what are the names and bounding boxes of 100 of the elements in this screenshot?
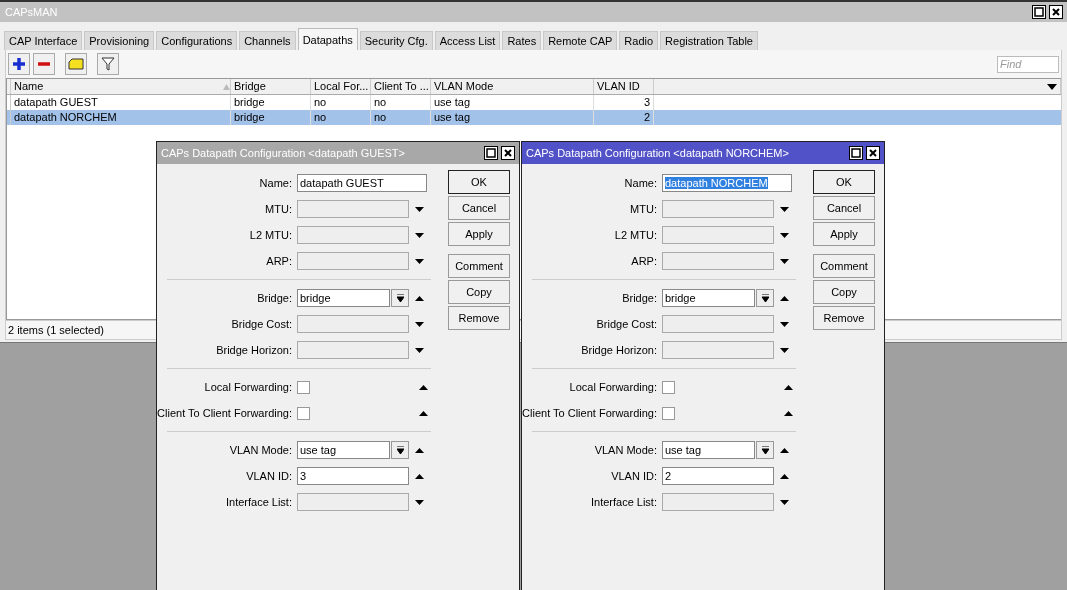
maximize-icon[interactable] [484,146,498,160]
collapse-arrow-icon[interactable] [415,295,424,301]
tab[interactable]: Channels [239,31,296,50]
table-row[interactable]: datapath NORCHEM bridge no no use tag 2 [7,110,1061,125]
dropdown-button[interactable] [391,289,409,307]
collapse-arrow-icon[interactable] [419,410,428,416]
input-field[interactable] [297,226,409,244]
checkbox[interactable] [662,380,675,394]
tab[interactable]: Registration Table [660,31,758,50]
collapse-arrow-icon[interactable] [780,295,789,301]
input-field[interactable] [662,341,774,359]
checkbox[interactable] [297,406,310,420]
input-field[interactable] [297,315,409,333]
window-title: CAPsMAN [5,6,58,18]
column-menu-icon[interactable] [1047,84,1057,90]
filter-icon [101,57,115,71]
dialog-button[interactable]: Copy [813,280,875,304]
field-label: VLAN Mode: [593,444,658,456]
column-header[interactable]: VLAN Mode [431,79,594,94]
input-field[interactable] [662,493,774,511]
input-field[interactable] [662,252,774,270]
collapse-arrow-icon[interactable] [784,384,793,390]
tab[interactable]: CAP Interface [4,31,83,50]
close-icon[interactable] [866,146,880,160]
input-field[interactable] [662,226,774,244]
select-field[interactable]: use tag [662,441,755,459]
checkbox[interactable] [297,380,310,394]
dialog-button[interactable]: Apply [813,222,875,246]
filter-button[interactable] [97,53,119,75]
close-icon[interactable] [501,146,515,160]
column-header[interactable]: Client To ... [371,79,431,94]
field-label: ARP: [630,255,658,267]
tab[interactable]: Provisioning [84,31,155,50]
remove-button[interactable] [33,53,55,75]
add-button[interactable] [8,53,30,75]
close-icon[interactable] [1049,5,1063,19]
dialog-button[interactable]: Cancel [813,196,875,220]
dropdown-arrow-icon[interactable] [780,321,789,327]
dropdown-arrow-icon[interactable] [780,206,789,212]
input-field[interactable] [662,200,774,218]
column-header[interactable]: VLAN ID [594,79,654,94]
tab[interactable]: Remote CAP [543,31,618,50]
input-field[interactable] [662,315,774,333]
input-field[interactable]: datapath NORCHEM [662,174,792,192]
field-label: Bridge: [621,292,658,304]
collapse-arrow-icon[interactable] [419,384,428,390]
dropdown-button[interactable] [756,289,774,307]
input-field[interactable]: datapath GUEST [297,174,427,192]
input-field[interactable]: 2 [662,467,774,485]
input-field[interactable] [297,252,409,270]
dialog-button[interactable]: Apply [448,222,510,246]
dialog-button[interactable]: Remove [448,306,510,330]
tab[interactable]: Access List [434,31,501,50]
collapse-arrow-icon[interactable] [780,473,789,479]
select-field[interactable]: bridge [297,289,390,307]
dropdown-arrow-icon[interactable] [415,347,424,353]
dropdown-arrow-icon[interactable] [415,258,424,264]
select-field[interactable]: bridge [662,289,755,307]
dropdown-arrow-icon[interactable] [780,232,789,238]
dropdown-arrow-icon[interactable] [415,206,424,212]
collapse-arrow-icon[interactable] [415,447,424,453]
column-header[interactable]: Local For... [311,79,371,94]
dropdown-arrow-icon[interactable] [780,347,789,353]
input-field[interactable] [297,200,409,218]
dropdown-arrow-icon[interactable] [415,321,424,327]
dropdown-button[interactable] [391,441,409,459]
field-label: VLAN ID: [610,470,658,482]
collapse-arrow-icon[interactable] [780,447,789,453]
input-field[interactable] [297,493,409,511]
dialog-title: CAPs Datapath Configuration <datapath NORCHEM> [526,147,789,159]
dialog-button[interactable]: Remove [813,306,875,330]
tab[interactable]: Radio [619,31,659,50]
input-field[interactable] [297,341,409,359]
column-header[interactable]: Bridge [231,79,311,94]
select-field[interactable]: use tag [297,441,390,459]
search-field[interactable]: Find [997,55,1059,73]
collapse-arrow-icon[interactable] [784,410,793,416]
dropdown-arrow-icon[interactable] [415,232,424,238]
dropdown-arrow-icon[interactable] [415,499,424,505]
collapse-arrow-icon[interactable] [415,473,424,479]
tab[interactable]: Security Cfg. [359,31,433,50]
dialog-button[interactable]: OK [448,170,510,194]
field-label: Bridge Cost: [595,318,658,330]
dialog-button[interactable]: Comment [813,254,875,278]
maximize-icon[interactable] [1032,5,1046,19]
input-field[interactable]: 3 [297,467,409,485]
dropdown-arrow-icon[interactable] [780,499,789,505]
comment-button[interactable] [65,53,87,75]
sort-icon [223,84,230,90]
checkbox[interactable] [662,406,675,420]
dialog-button[interactable]: Comment [448,254,510,278]
dialog-button[interactable]: Cancel [448,196,510,220]
dialog-button[interactable]: Copy [448,280,510,304]
tab[interactable]: Rates [502,31,542,50]
dropdown-arrow-icon[interactable] [780,258,789,264]
maximize-icon[interactable] [849,146,863,160]
tab[interactable]: Datapaths [297,28,358,50]
dialog-button[interactable]: OK [813,170,875,194]
tab[interactable]: Configurations [156,31,238,50]
dropdown-button[interactable] [756,441,774,459]
